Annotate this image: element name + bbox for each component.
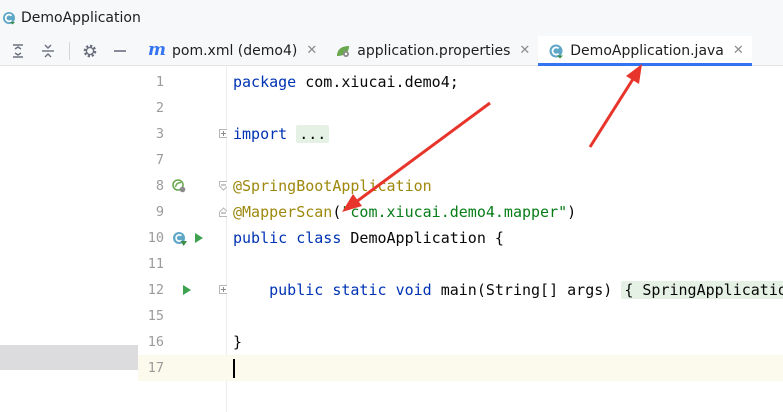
gutter-line: 16 [138,329,227,355]
tab-demo-application-java[interactable]: DemoApplication.java ✕ [538,36,752,66]
line-number: 2 [155,100,164,116]
project-panel [0,67,138,412]
line-number: 10 [147,230,164,246]
tab-label: application.properties [357,42,511,59]
code-line[interactable]: @SpringBootApplication [227,173,783,199]
line-number: 9 [155,204,164,220]
code-token: import [233,125,288,143]
code-token: main(String[] args) [431,281,622,299]
line-number: 1 [155,74,164,90]
selected-tree-row[interactable] [0,345,138,370]
close-icon[interactable]: ✕ [306,43,317,58]
gutter-line: 10 [138,225,227,251]
collapse-all-icon [42,44,54,57]
settings-button[interactable] [78,39,102,63]
tab-label: DemoApplication.java [570,42,724,59]
code-editor[interactable]: package com.xiucai.demo4; import ... @Spri… [227,67,783,412]
minimize-icon [114,49,126,52]
spring-boot-run-icon[interactable] [172,231,188,247]
gutter-line: 3 [138,121,228,147]
gutter-line: 12 [138,277,228,303]
gutter-line: 8 [138,173,228,199]
code-token: com.xiucai.demo4; [296,73,459,91]
code-token: } [233,333,243,351]
gutter-line: 15 [138,303,227,329]
line-number: 12 [147,282,164,298]
line-number: 3 [155,126,164,142]
code-token: static [332,281,387,299]
line-number: 8 [155,178,164,194]
code-line[interactable]: package com.xiucai.demo4; [227,69,783,95]
window-title: DemoApplication [21,10,141,26]
code-token: "com.xiucai.demo4.mapper" [341,203,568,221]
expand-all-button[interactable] [6,39,30,63]
tab-application-properties[interactable]: application.properties ✕ [325,36,538,65]
tab-pom-xml[interactable]: m pom.xml (demo4) ✕ [138,36,325,65]
code-token: public [233,229,288,247]
code-line[interactable] [227,251,783,277]
gutter-line: 7 [138,147,227,173]
code-token: @SpringBootApplication [233,177,432,195]
run-icon[interactable] [194,232,204,244]
title-bar: DemoApplication [0,0,783,36]
collapse-all-button[interactable] [36,39,60,63]
editor-gutter: 1 2 3 7 8 9 10 11 12 15 16 17 [138,67,228,412]
gutter-line: 17 [138,355,227,381]
code-token: DemoApplication { [341,229,504,247]
spring-leaf-icon [337,45,350,57]
code-token: package [233,73,297,91]
close-icon[interactable]: ✕ [519,43,530,58]
gutter-line: 1 [138,69,227,95]
code-line[interactable]: public class DemoApplication { [227,225,783,251]
gutter-line: 11 [138,251,227,277]
code-token: @MapperScan [233,203,333,221]
line-number: 11 [147,256,164,272]
tab-label: pom.xml (demo4) [172,42,298,59]
close-icon[interactable]: ✕ [733,43,744,58]
folded-code-region[interactable]: ... [296,125,330,143]
maven-m-icon: m [148,40,166,60]
code-token: class [296,229,342,247]
code-token: void [395,281,432,299]
code-line[interactable] [227,303,783,329]
code-line[interactable]: } [227,329,783,355]
line-number: 16 [147,334,164,350]
minimize-button[interactable] [108,39,132,63]
code-line[interactable]: import ... [227,121,783,147]
text-caret [233,359,235,378]
line-number: 15 [147,308,164,324]
code-line[interactable]: @MapperScan("com.xiucai.demo4.mapper") [227,199,783,225]
run-icon[interactable] [182,284,192,296]
line-number: 7 [155,152,164,168]
spring-bean-icon[interactable] [172,179,186,193]
gear-icon [83,44,97,57]
code-line[interactable] [227,355,783,381]
folded-code-region[interactable]: { SpringApplication.run(DemoApplication.… [621,281,783,299]
line-number: 17 [147,360,164,376]
expand-all-icon [13,43,23,58]
gutter-line: 9 [138,199,228,225]
toolbar-separator [60,41,70,60]
code-line[interactable] [227,95,783,121]
code-token: public [269,281,324,299]
java-class-icon [549,44,564,58]
gutter-line: 2 [138,95,227,121]
code-token: ) [567,203,577,221]
java-class-icon [3,12,15,25]
code-line[interactable] [227,147,783,173]
code-line[interactable]: public static void main(String[] args) {… [227,277,783,303]
editor-toolbar: m pom.xml (demo4) ✕ application.properti… [0,36,783,66]
